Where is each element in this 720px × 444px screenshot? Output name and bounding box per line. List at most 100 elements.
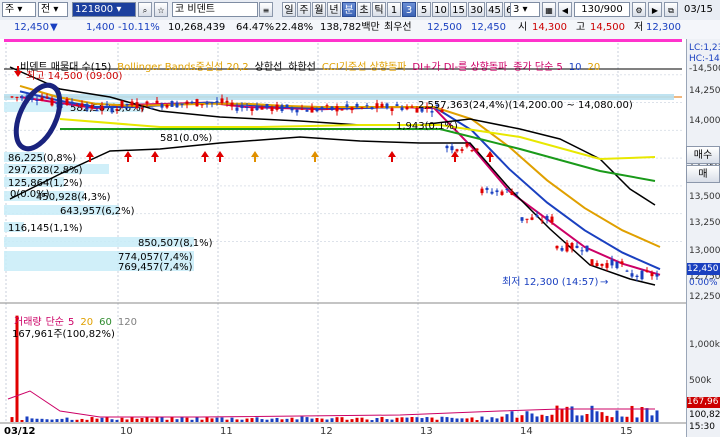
volume-bar (215, 417, 219, 422)
candle-body (35, 99, 39, 101)
vp-label-6: 116,145(1,1%) (8, 223, 83, 234)
volume-bar (515, 417, 519, 422)
volume-bar (485, 419, 489, 422)
volume-bar (605, 415, 609, 422)
volume-profile-top-label: 2,557,363(24,4%)(14,200.00 ~ 14,080.00) (418, 100, 633, 111)
interval-button-3[interactable]: 3 (402, 2, 416, 17)
volume-bar (380, 416, 384, 422)
candle-body (110, 107, 114, 113)
candle-body (45, 96, 49, 98)
period-button-2[interactable]: 월 (312, 2, 326, 17)
candle-body (105, 104, 109, 106)
period-button-1[interactable]: 주 (297, 2, 311, 17)
date-label: 03/15 (684, 4, 713, 15)
code-input[interactable]: 121800 ▾ (72, 2, 136, 17)
interval-button-1[interactable]: 1 (387, 2, 401, 17)
candle-body (530, 217, 534, 220)
settings-icon[interactable]: ⚙ (632, 2, 646, 17)
candle-body (610, 259, 614, 266)
candle-body (195, 99, 199, 107)
period-button-0[interactable]: 일 (282, 2, 296, 17)
volume-bar (10, 417, 14, 422)
star-icon[interactable]: ☆ (154, 2, 168, 17)
legend-item-2: 상한선 (254, 62, 283, 73)
period-button-6[interactable]: 틱 (372, 2, 386, 17)
period-button-3[interactable]: 년 (327, 2, 341, 17)
candle-body (135, 102, 139, 109)
volume-bar (475, 420, 479, 422)
period-button-4[interactable]: 분 (342, 2, 356, 17)
counter-field[interactable]: 130/900 (574, 2, 630, 17)
candle-body (160, 103, 164, 108)
volume-bar (600, 412, 604, 422)
volume-bar (560, 409, 564, 422)
volume-bar (320, 418, 324, 422)
chart-area[interactable]: 582,567(5,6%) 86,225(0,8%) 297,628(2,8%) 12… (0, 39, 686, 444)
volume-bar (325, 419, 329, 422)
sell-button[interactable]: 매 (686, 165, 720, 183)
volume-bar (615, 410, 619, 422)
interval-button-45[interactable]: 45 (486, 2, 503, 17)
interval-button-5[interactable]: 5 (417, 2, 431, 17)
volume-bar (550, 414, 554, 422)
candle-body (255, 105, 259, 111)
candle-body (615, 261, 619, 268)
volume-bar (620, 416, 624, 422)
scroll-left-icon[interactable]: ◀ (558, 2, 572, 17)
volume-bar (120, 417, 124, 422)
period-button-5[interactable]: 초 (357, 2, 371, 17)
volume-bar (350, 419, 354, 422)
chevron-right-icon[interactable]: ▶ (648, 2, 662, 17)
volume-bar (230, 417, 234, 422)
legend-item-4: CCI기준선 상향돌파 (321, 62, 407, 73)
interval-button-30[interactable]: 30 (468, 2, 485, 17)
legend-item-3: 하한선 (288, 62, 316, 73)
jeon-label: 전 (41, 4, 51, 15)
grid-icon[interactable]: ▦ (542, 2, 556, 17)
volume-bar (235, 419, 239, 422)
volume-ratio: 64.47% (236, 22, 275, 33)
buy-button[interactable]: 매수 (686, 146, 720, 164)
volume-bar (470, 417, 474, 422)
jeon-select[interactable]: 전 ▾ (38, 2, 68, 17)
change-value: 1,400 (86, 22, 115, 33)
candle-body (230, 102, 234, 107)
candle-body (385, 103, 389, 109)
volume-bar (395, 417, 399, 422)
volume-bar (495, 418, 499, 422)
price-tick-2: 14,000 (689, 116, 720, 126)
mode-select[interactable]: 주 ▾ (2, 2, 36, 17)
candle-body (200, 104, 204, 106)
volume-bar (310, 418, 314, 422)
candle-body (320, 107, 324, 110)
volume-bar (525, 411, 529, 422)
stock-name-field[interactable]: 코 비덴트 (172, 2, 258, 17)
candle-body (345, 104, 349, 108)
interval-dropdown[interactable]: 3 ▾ (510, 2, 540, 17)
candle-body (20, 96, 24, 98)
interval-button-10[interactable]: 10 (432, 2, 449, 17)
candle-body (500, 191, 504, 195)
volume-bar (245, 418, 249, 422)
search-icon[interactable]: ⌕ (138, 2, 152, 17)
volume-bar (110, 419, 114, 422)
candle-body (70, 101, 74, 104)
link-icon[interactable]: ⧉ (664, 2, 678, 17)
volume-bar (240, 419, 244, 422)
candle-body (455, 149, 459, 152)
candle-body (600, 263, 604, 266)
legend-item-6: 종가 단순 5 (513, 62, 563, 73)
candle-body (605, 263, 609, 268)
volume-bar (285, 418, 289, 422)
candle-body (475, 148, 479, 151)
volume-bar (295, 419, 299, 422)
candle-body (405, 106, 409, 110)
volume-bar (185, 417, 189, 422)
interval-button-15[interactable]: 15 (450, 2, 467, 17)
menu-icon[interactable]: ≡ (259, 2, 273, 17)
volume-bar (125, 419, 129, 422)
candle-body (130, 101, 134, 106)
vp-label-9: 769,457(7,4%) (118, 262, 193, 273)
volume-bar (225, 419, 229, 422)
candle-body (645, 270, 649, 272)
